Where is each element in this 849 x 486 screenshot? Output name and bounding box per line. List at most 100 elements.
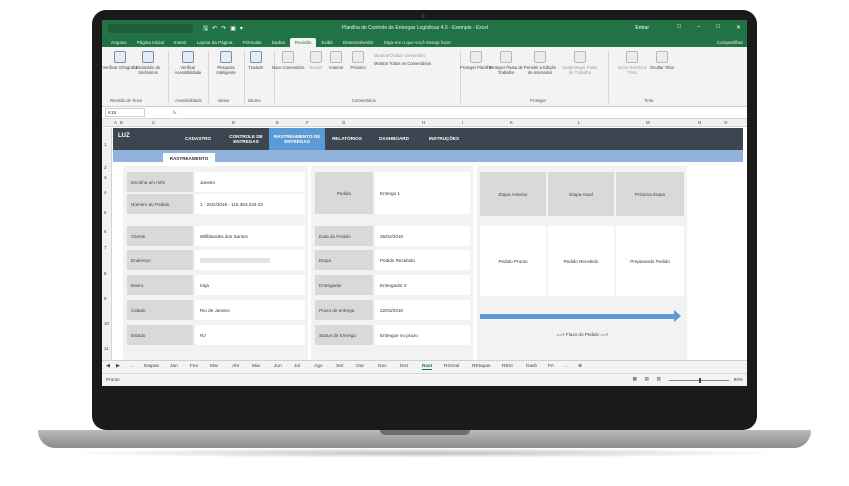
unshare-workbook-button[interactable]: Desproteger Pasta de Trabalho bbox=[562, 51, 598, 75]
protect-workbook-button[interactable]: Proteger Pasta de Trabalho bbox=[488, 51, 524, 75]
sheet-tab[interactable]: REnt bbox=[502, 364, 513, 369]
allow-edit-ranges-button[interactable]: Permitir a Edição de Intervalos bbox=[522, 51, 558, 75]
tab-pagina-inicial[interactable]: Página Inicial bbox=[132, 40, 169, 47]
page-layout-icon[interactable]: ▤ bbox=[645, 376, 649, 382]
sheet-tab[interactable]: Jul bbox=[294, 364, 300, 369]
nav-cadastro[interactable]: CADASTRO bbox=[173, 128, 223, 150]
maximize-icon[interactable]: □ bbox=[716, 24, 720, 31]
normal-view-icon[interactable]: ▦ bbox=[633, 376, 637, 382]
signin-link[interactable]: Entrar bbox=[635, 25, 649, 31]
row-header[interactable]: 7 bbox=[104, 245, 106, 250]
thesaurus-button[interactable]: Dicionário de Sinônimos bbox=[130, 51, 166, 75]
column-header[interactable]: D bbox=[232, 120, 235, 125]
close-icon[interactable]: ✕ bbox=[736, 24, 741, 31]
nav-instrucoes[interactable]: INSTRUÇÕES bbox=[419, 128, 469, 150]
nav-rastreamento[interactable]: RASTREAMENTO DE ENTREGAS bbox=[269, 128, 325, 150]
month-select[interactable]: Janeiro bbox=[195, 172, 305, 192]
next-comment-button[interactable]: Próximo bbox=[340, 51, 376, 70]
column-header[interactable]: I bbox=[462, 120, 463, 125]
column-header[interactable]: L bbox=[578, 120, 580, 125]
subtab-rastreamento[interactable]: RASTREAMENTO bbox=[163, 153, 215, 164]
show-hide-comment-option[interactable]: Mostrar/Ocultar Comentário bbox=[374, 53, 426, 58]
tab-dados[interactable]: Dados bbox=[267, 40, 290, 47]
show-all-comments-option[interactable]: Mostrar Todos os Comentários bbox=[374, 61, 431, 66]
row-header[interactable]: 10 bbox=[104, 321, 109, 326]
sheet-tab[interactable]: Set bbox=[336, 364, 343, 369]
sheet-tab[interactable]: Out bbox=[356, 364, 364, 369]
tab-desenvolvedor[interactable]: Desenvolvedor bbox=[338, 40, 379, 47]
add-sheet-icon[interactable]: ⊕ bbox=[578, 364, 582, 369]
tab-exibir[interactable]: Exibir bbox=[316, 40, 338, 47]
sheet-tab[interactable]: RGeral bbox=[444, 364, 459, 369]
row-header[interactable]: 4 bbox=[104, 190, 106, 195]
order-number-select[interactable]: 1 - 25/2/2018 - 115.353.234-22 bbox=[195, 194, 305, 214]
sheet-tab[interactable]: Dash bbox=[526, 364, 537, 369]
camera-icon[interactable]: ▣ bbox=[230, 25, 236, 32]
column-header[interactable]: G bbox=[342, 120, 345, 125]
sheet-tab[interactable]: REtapas bbox=[472, 364, 490, 369]
tab-arquivo[interactable]: Arquivo bbox=[106, 40, 132, 47]
hide-ink-button[interactable]: Ocultar Tinta bbox=[644, 51, 680, 70]
fx-icon[interactable]: fx bbox=[173, 110, 177, 115]
row-header[interactable]: 9 bbox=[104, 296, 106, 301]
save-icon[interactable]: 🖫 bbox=[203, 24, 208, 34]
undo-icon[interactable]: ↶ bbox=[212, 25, 217, 32]
sheet-tab-active[interactable]: Rast bbox=[422, 364, 433, 370]
autosave-toggle[interactable] bbox=[108, 24, 193, 33]
nav-relatorios[interactable]: RELATÓRIOS bbox=[325, 128, 369, 150]
column-header[interactable]: K bbox=[510, 120, 513, 125]
tab-revisao[interactable]: Revisão bbox=[289, 38, 317, 47]
row-header[interactable]: 3 bbox=[104, 175, 106, 180]
zoom-level[interactable]: 90% bbox=[734, 377, 743, 382]
sheet-tab[interactable]: Abr bbox=[232, 364, 239, 369]
column-header[interactable]: O bbox=[724, 120, 727, 125]
tab-scroll-right-icon[interactable]: ▶ bbox=[116, 364, 120, 369]
tell-me-search[interactable]: Diga-me o que você deseja fazer bbox=[379, 40, 456, 47]
tab-formulas[interactable]: Fórmulas bbox=[237, 40, 266, 47]
customize-icon[interactable]: ▾ bbox=[240, 25, 243, 32]
minimize-icon[interactable]: – bbox=[697, 24, 700, 31]
sheet-tab[interactable]: Mar bbox=[210, 364, 218, 369]
tab-inserir[interactable]: Inserir bbox=[169, 40, 192, 47]
ribbon-display-icon[interactable]: □ bbox=[677, 24, 681, 31]
name-box[interactable]: K16 bbox=[105, 108, 145, 117]
sheet-tab[interactable]: Jun bbox=[274, 364, 282, 369]
column-header[interactable]: B bbox=[120, 120, 123, 125]
sheet-tab[interactable]: ... bbox=[564, 364, 568, 369]
row-header[interactable]: 1 bbox=[104, 142, 106, 147]
sheet-tab[interactable]: ... bbox=[130, 364, 134, 369]
row-header[interactable]: 2 bbox=[104, 165, 106, 170]
page-break-icon[interactable]: ▥ bbox=[657, 376, 661, 382]
row-header[interactable]: 8 bbox=[104, 271, 106, 276]
column-header[interactable]: A bbox=[114, 120, 117, 125]
column-header[interactable]: H bbox=[422, 120, 425, 125]
sheet-tab[interactable]: PA bbox=[548, 364, 554, 369]
accessibility-button[interactable]: Verificar Acessibilidade bbox=[170, 51, 206, 75]
sheet-tab[interactable]: Fev bbox=[190, 364, 198, 369]
column-header[interactable]: M bbox=[646, 120, 650, 125]
column-header[interactable]: E bbox=[276, 120, 279, 125]
nav-controle-entregas[interactable]: CONTROLE DE ENTREGAS bbox=[223, 128, 269, 150]
sheet-tab[interactable]: Dez bbox=[400, 364, 409, 369]
client-label: Cliente bbox=[127, 226, 193, 246]
sheet-tab[interactable]: Mai bbox=[252, 364, 260, 369]
column-header[interactable]: N bbox=[698, 120, 701, 125]
row-header[interactable]: 5 bbox=[104, 210, 106, 215]
nav-dashboard[interactable]: DASHBOARD bbox=[369, 128, 419, 150]
status-bar: Pronto ▦ ▤ ▥ 90% bbox=[102, 373, 747, 386]
sheet-tab[interactable]: Ago bbox=[314, 364, 323, 369]
share-button[interactable]: Compartilhar bbox=[717, 40, 743, 45]
sheet-tab[interactable]: Nov bbox=[378, 364, 387, 369]
tab-scroll-left-icon[interactable]: ◀ bbox=[106, 364, 110, 369]
redo-icon[interactable]: ↷ bbox=[221, 25, 226, 32]
protect-sheet-icon bbox=[470, 51, 482, 63]
sheet-tab[interactable]: Etapas bbox=[144, 364, 159, 369]
column-header[interactable]: C bbox=[152, 120, 155, 125]
row-header[interactable]: 11 bbox=[104, 346, 109, 351]
row-header[interactable]: 6 bbox=[104, 229, 106, 234]
zoom-slider-knob[interactable] bbox=[699, 378, 701, 383]
translate-button[interactable]: Traduzir bbox=[238, 51, 274, 70]
sheet-tab[interactable]: Jan bbox=[170, 364, 178, 369]
tab-layout[interactable]: Layout da Página bbox=[192, 40, 238, 47]
column-header[interactable]: F bbox=[306, 120, 309, 125]
